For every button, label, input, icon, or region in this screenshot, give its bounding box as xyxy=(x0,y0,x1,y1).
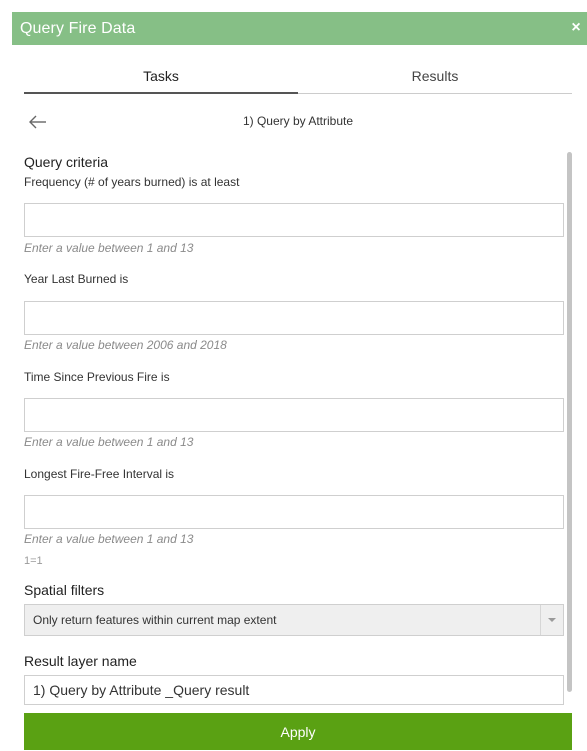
caret-down-icon[interactable] xyxy=(540,605,563,635)
close-icon[interactable]: × xyxy=(567,18,585,38)
scrollbar-thumb[interactable] xyxy=(567,152,572,692)
spatial-filter-select[interactable]: Only return features within current map … xyxy=(24,604,564,636)
query-criteria-heading: Query criteria xyxy=(24,154,109,170)
tab-bar: Tasks Results xyxy=(24,58,572,94)
task-title: 1) Query by Attribute xyxy=(242,114,354,128)
tab-results[interactable]: Results xyxy=(298,58,572,94)
time-since-fire-input[interactable] xyxy=(24,398,564,432)
apply-button[interactable]: Apply xyxy=(24,713,572,750)
query-expression: 1=1 xyxy=(24,555,43,567)
task-form: Query criteria Frequency (# of years bur… xyxy=(24,150,568,720)
fire-free-interval-hint: Enter a value between 1 and 13 xyxy=(24,532,194,546)
panel-title: Query Fire Data xyxy=(20,19,136,37)
field-label-fire-free-interval: Longest Fire-Free Interval is xyxy=(24,467,175,481)
field-label-year-last-burned: Year Last Burned is xyxy=(24,272,129,286)
field-label-frequency: Frequency (# of years burned) is at leas… xyxy=(24,175,240,189)
spatial-filter-value: Only return features within current map … xyxy=(33,613,277,627)
fire-free-interval-input[interactable] xyxy=(24,495,564,529)
tab-tasks[interactable]: Tasks xyxy=(24,58,298,94)
frequency-input[interactable] xyxy=(24,203,564,237)
result-layer-heading: Result layer name xyxy=(24,653,137,669)
query-panel: Query Fire Data × Tasks Results 1) Query… xyxy=(0,0,587,750)
form-scrollbar[interactable] xyxy=(567,150,572,720)
result-layer-name-input[interactable] xyxy=(24,675,564,705)
year-last-burned-hint: Enter a value between 2006 and 2018 xyxy=(24,338,227,352)
panel-titlebar: Query Fire Data × xyxy=(12,12,587,45)
time-since-fire-hint: Enter a value between 1 and 13 xyxy=(24,435,194,449)
field-label-time-since-fire: Time Since Previous Fire is xyxy=(24,370,170,384)
frequency-hint: Enter a value between 1 and 13 xyxy=(24,241,194,255)
task-subheader: 1) Query by Attribute xyxy=(24,110,572,136)
year-last-burned-input[interactable] xyxy=(24,301,564,335)
spatial-filters-heading: Spatial filters xyxy=(24,582,105,598)
